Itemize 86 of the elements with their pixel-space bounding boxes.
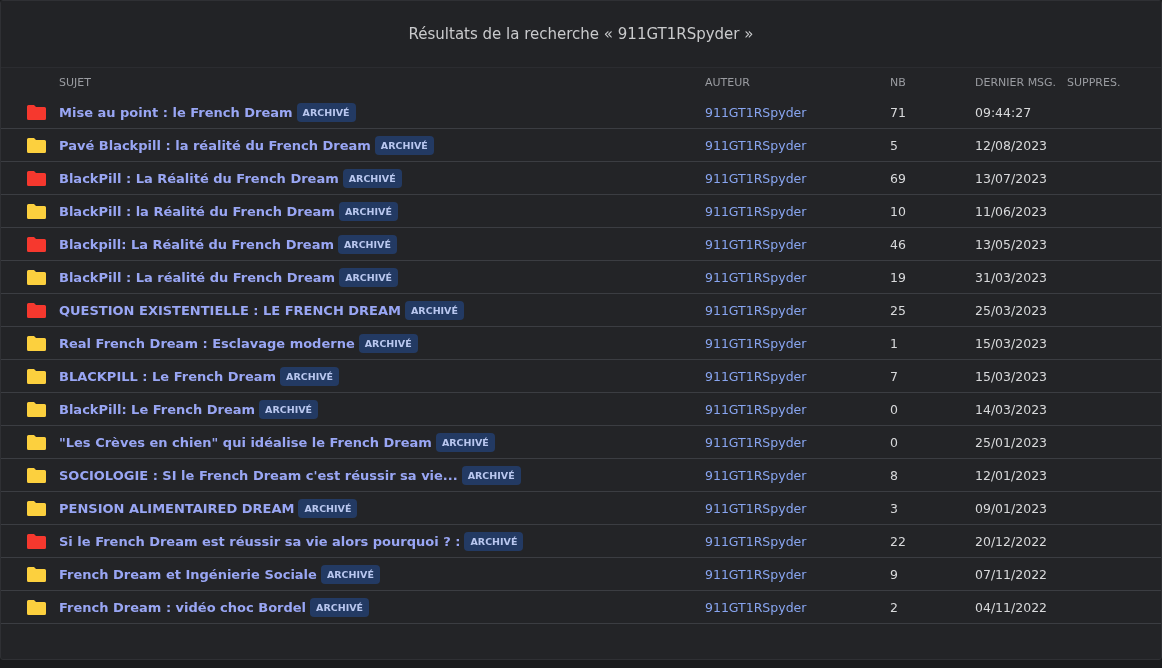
author-link[interactable]: 911GT1RSpyder <box>705 566 807 582</box>
page-title: Résultats de la recherche « 911GT1RSpyder » <box>1 1 1161 68</box>
last-message-date: 25/01/2023 <box>975 434 1048 450</box>
last-message-date: 12/01/2023 <box>975 467 1048 483</box>
reply-count: 5 <box>890 137 898 153</box>
last-message-date: 12/08/2023 <box>975 137 1048 153</box>
archived-badge: ARCHIVÉ <box>374 135 434 155</box>
last-message-date: 09/01/2023 <box>975 500 1048 516</box>
column-header: NB <box>890 75 906 89</box>
archived-badge: ARCHIVÉ <box>338 201 398 221</box>
author-link[interactable]: 911GT1RSpyder <box>705 467 807 483</box>
archived-badge: ARCHIVÉ <box>405 300 464 320</box>
topic-link[interactable]: Si le French Dream est réussir sa vie alors pourquoi ? : <box>59 533 461 549</box>
author-link[interactable]: 911GT1RSpyder <box>705 137 807 153</box>
topic-link[interactable]: BlackPill : La Réalité du French Dream <box>59 170 339 186</box>
author-link[interactable]: 911GT1RSpyder <box>705 335 807 351</box>
author-link[interactable]: 911GT1RSpyder <box>705 401 807 417</box>
archived-badge: ARCHIVÉ <box>339 267 399 287</box>
reply-count: 7 <box>890 368 898 384</box>
last-message-date: 09:44:27 <box>975 104 1032 120</box>
topic-link[interactable]: BlackPill : La réalité du French Dream <box>59 269 336 285</box>
reply-count: 8 <box>890 467 898 483</box>
column-header: AUTEUR <box>705 75 750 89</box>
topic-link[interactable]: "Les Crèves en chien" qui idéalise le French Dream <box>59 434 432 450</box>
author-link[interactable]: 911GT1RSpyder <box>705 104 807 120</box>
last-message-date: 15/03/2023 <box>975 335 1048 351</box>
author-link[interactable]: 911GT1RSpyder <box>705 302 807 318</box>
archived-badge: ARCHIVÉ <box>298 498 358 518</box>
last-message-date: 25/03/2023 <box>975 302 1048 318</box>
last-message-date: 14/03/2023 <box>975 401 1048 417</box>
archived-badge: ARCHIVÉ <box>461 465 521 485</box>
archived-badge: ARCHIVÉ <box>464 531 524 551</box>
author-link[interactable]: 911GT1RSpyder <box>705 269 807 285</box>
archived-badge: ARCHIVÉ <box>338 234 397 254</box>
author-link[interactable]: 911GT1RSpyder <box>705 236 807 252</box>
archived-badge: ARCHIVÉ <box>310 597 370 617</box>
column-header: SUJET <box>59 75 91 89</box>
last-message-date: 31/03/2023 <box>975 269 1048 285</box>
archived-badge: ARCHIVÉ <box>259 399 319 419</box>
author-link[interactable]: 911GT1RSpyder <box>705 368 807 384</box>
reply-count: 1 <box>890 335 898 351</box>
archived-badge: ARCHIVÉ <box>435 432 495 452</box>
reply-count: 69 <box>890 170 906 186</box>
topic-link[interactable]: BLACKPILL : Le French Dream <box>59 368 277 384</box>
last-message-date: 13/05/2023 <box>975 236 1048 252</box>
reply-count: 0 <box>890 401 898 417</box>
topic-link[interactable]: PENSION ALIMENTAIRED DREAM <box>59 500 295 516</box>
reply-count: 46 <box>890 236 906 252</box>
archived-badge: ARCHIVÉ <box>358 333 418 353</box>
reply-count: 25 <box>890 302 906 318</box>
reply-count: 9 <box>890 566 898 582</box>
archived-badge: ARCHIVÉ <box>320 564 380 584</box>
last-message-date: 07/11/2022 <box>975 566 1048 582</box>
topic-link[interactable]: QUESTION EXISTENTIELLE : LE FRENCH DREAM <box>59 302 401 318</box>
reply-count: 22 <box>890 533 906 549</box>
topic-link[interactable]: BlackPill : la Réalité du French Dream <box>59 203 335 219</box>
author-link[interactable]: 911GT1RSpyder <box>705 170 807 186</box>
author-link[interactable]: 911GT1RSpyder <box>705 599 807 615</box>
last-message-date: 13/07/2023 <box>975 170 1048 186</box>
reply-count: 19 <box>890 269 906 285</box>
reply-count: 71 <box>890 104 906 120</box>
topic-link[interactable]: Mise au point : le French Dream <box>59 104 293 120</box>
topic-link[interactable]: Real French Dream : Esclavage moderne <box>59 335 355 351</box>
last-message-date: 15/03/2023 <box>975 368 1048 384</box>
last-message-date: 04/11/2022 <box>975 599 1048 615</box>
author-link[interactable]: 911GT1RSpyder <box>705 533 807 549</box>
topic-link[interactable]: Blackpill: La Réalité du French Dream <box>59 236 334 252</box>
reply-count: 2 <box>890 599 898 615</box>
author-link[interactable]: 911GT1RSpyder <box>705 434 807 450</box>
column-header: DERNIER MSG. <box>975 75 1057 89</box>
archived-badge: ARCHIVÉ <box>280 366 339 386</box>
author-link[interactable]: 911GT1RSpyder <box>705 500 807 516</box>
topic-link[interactable]: Pavé Blackpill : la réalité du French Dream <box>59 137 371 153</box>
column-header: SUPPRES. <box>1067 75 1121 89</box>
reply-count: 0 <box>890 434 898 450</box>
topic-link[interactable]: French Dream et Ingénierie Sociale <box>59 566 317 582</box>
reply-count: 3 <box>890 500 898 516</box>
reply-count: 10 <box>890 203 906 219</box>
topic-link[interactable]: BlackPill: Le French Dream <box>59 401 256 417</box>
last-message-date: 20/12/2022 <box>975 533 1048 549</box>
archived-badge: ARCHIVÉ <box>342 168 402 188</box>
archived-badge: ARCHIVÉ <box>296 102 356 122</box>
last-message-date: 11/06/2023 <box>975 203 1048 219</box>
topic-link[interactable]: French Dream : vidéo choc Bordel <box>59 599 307 615</box>
author-link[interactable]: 911GT1RSpyder <box>705 203 807 219</box>
topic-link[interactable]: SOCIOLOGIE : SI le French Dream c'est réussir sa vie... <box>59 467 458 483</box>
